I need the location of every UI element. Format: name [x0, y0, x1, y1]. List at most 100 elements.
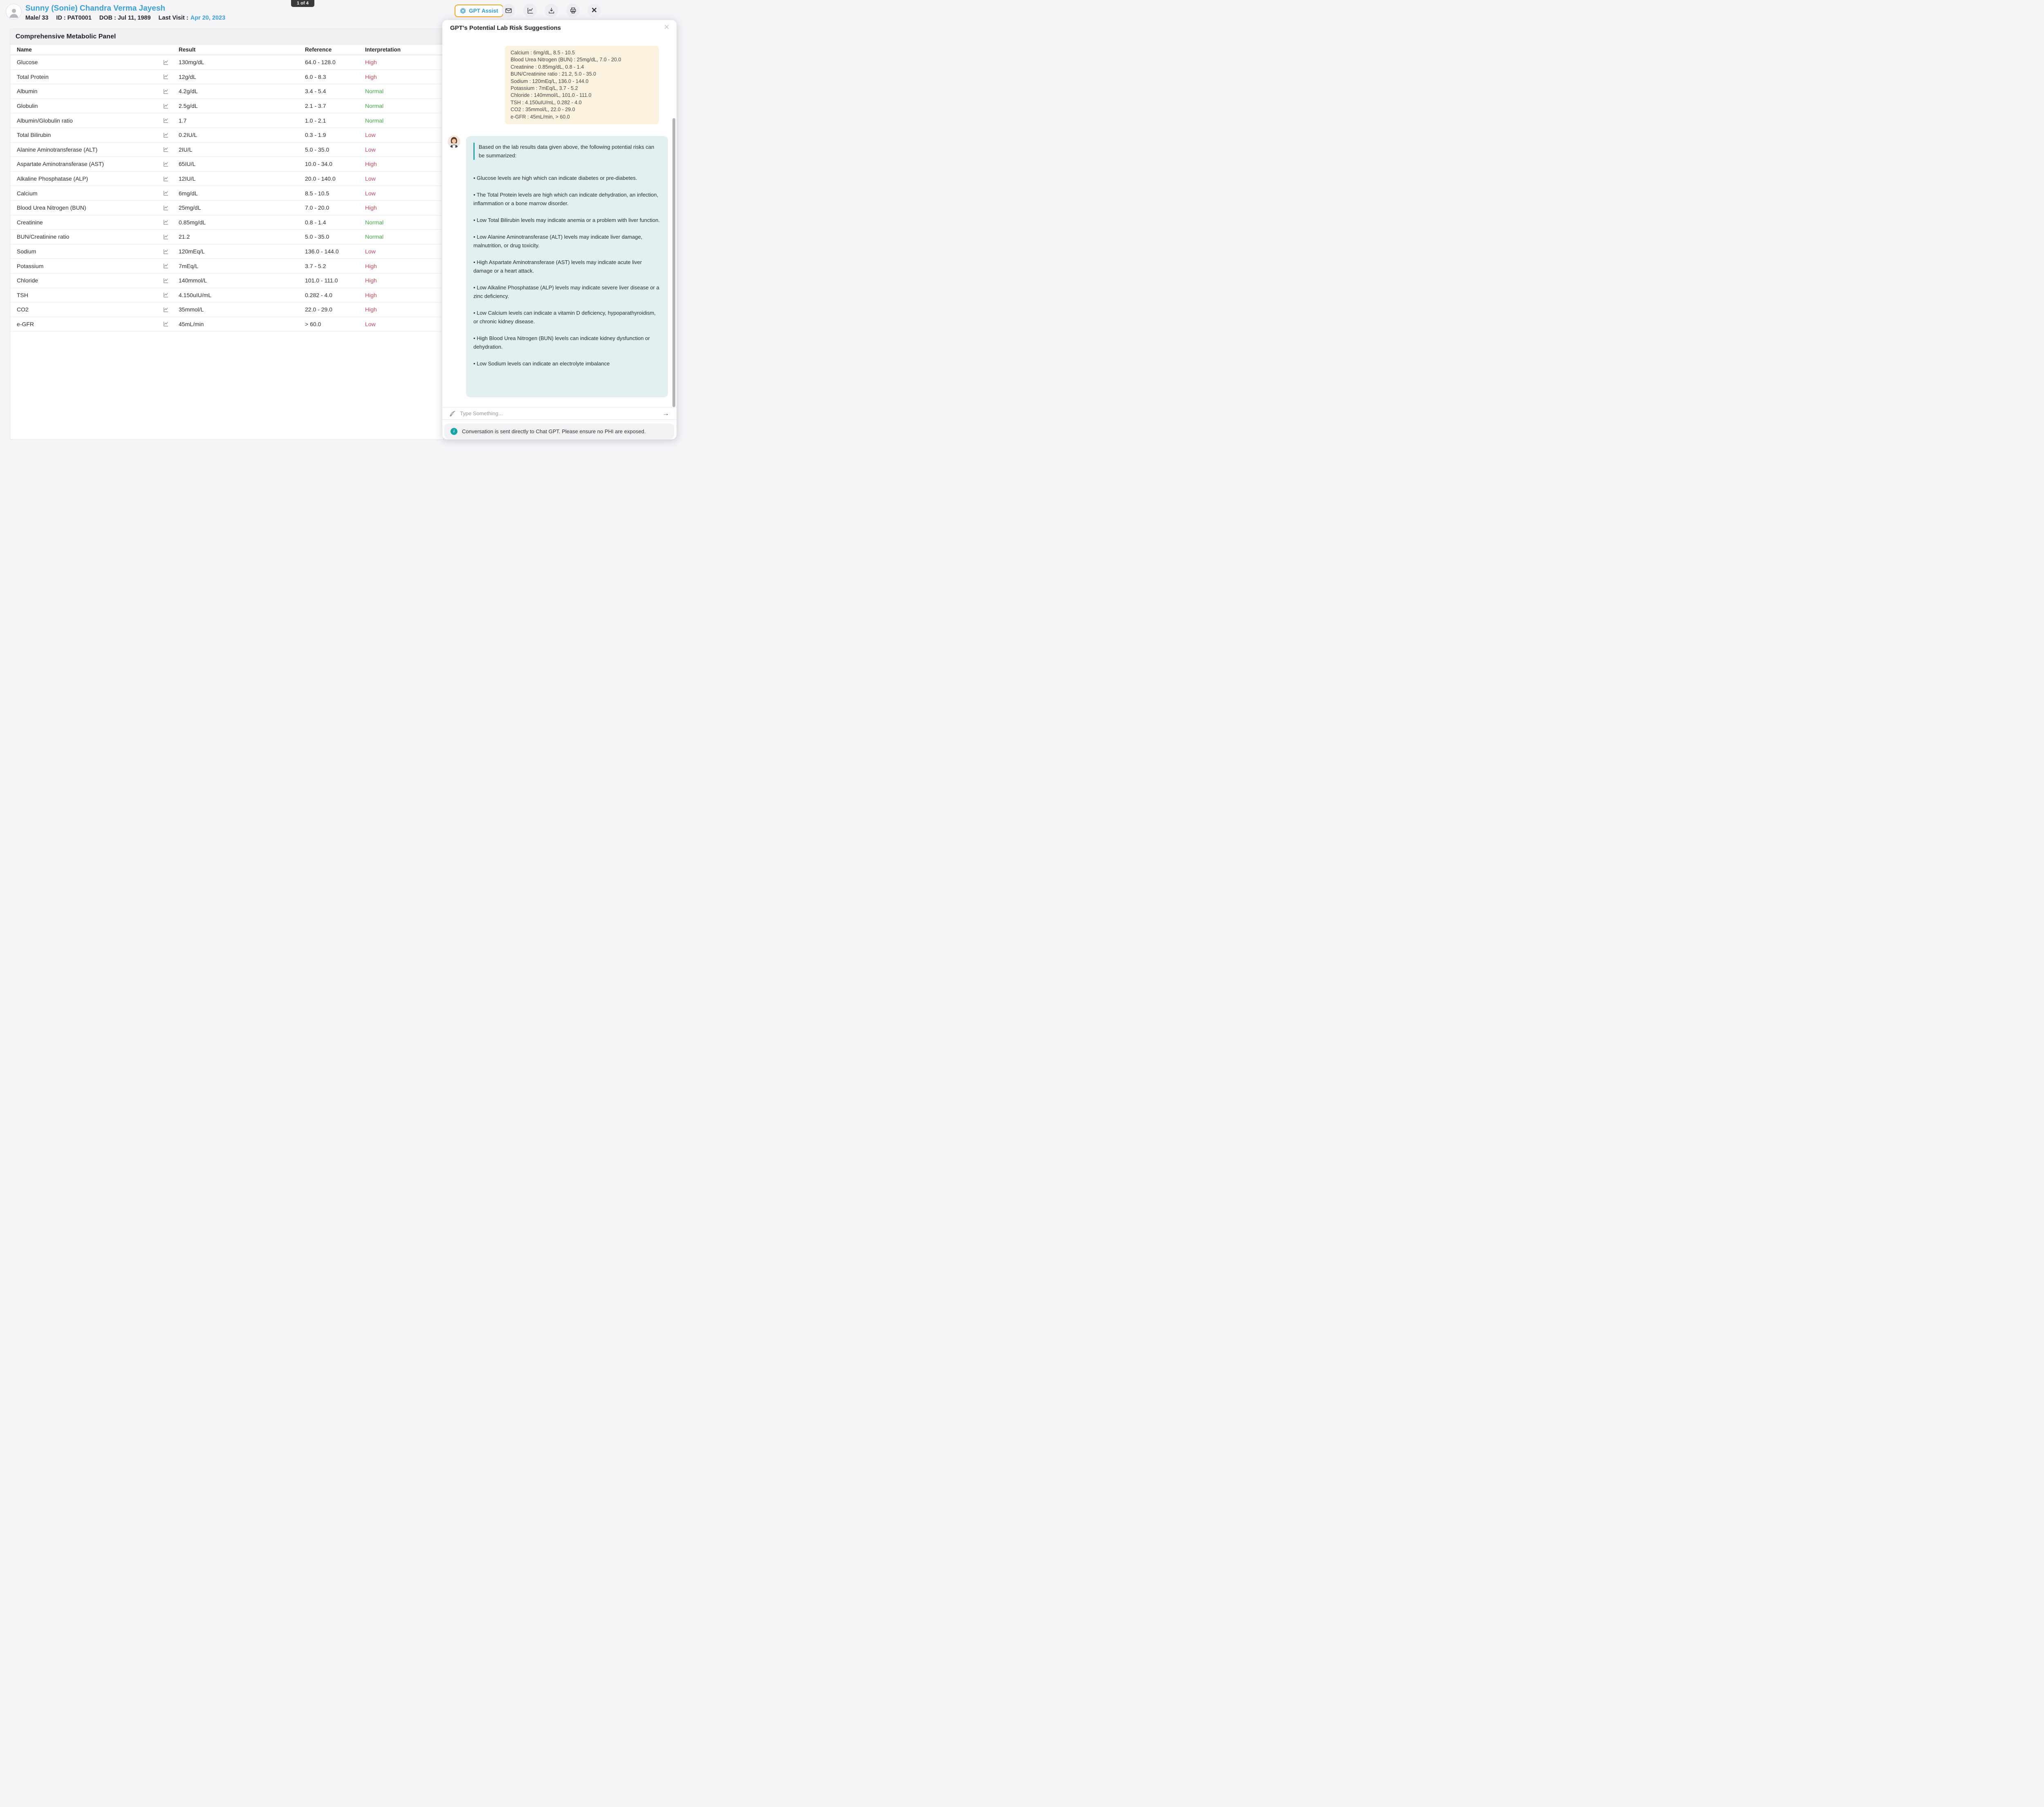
- gpt-suggestions-panel: GPT's Potential Lab Risk Suggestions ✕ C…: [442, 20, 677, 439]
- test-interpretation: Normal: [365, 233, 444, 240]
- lab-results-card: Comprehensive Metabolic Panel Name Resul…: [10, 29, 444, 440]
- trend-chart-icon[interactable]: [163, 103, 179, 109]
- chat-input[interactable]: [459, 410, 662, 417]
- patient-gender-age: Male/ 33: [25, 15, 48, 21]
- test-result: 1.7: [179, 117, 305, 124]
- table-rows: Glucose130mg/dL64.0 - 128.0HighTotal Pro…: [10, 55, 444, 331]
- risk-bullet: • Low Total Bilirubin levels may indicat…: [473, 216, 661, 224]
- test-result: 65IU/L: [179, 161, 305, 167]
- trend-chart-icon[interactable]: [163, 307, 179, 313]
- test-reference: 0.282 - 4.0: [305, 292, 365, 298]
- quill-icon[interactable]: [449, 410, 456, 417]
- test-reference: 136.0 - 144.0: [305, 248, 365, 255]
- risk-bullet: • Low Alkaline Phosphatase (ALP) levels …: [473, 283, 661, 300]
- send-arrow-icon[interactable]: →: [662, 410, 669, 418]
- test-reference: 3.4 - 5.4: [305, 88, 365, 94]
- last-visit-date[interactable]: Apr 20, 2023: [191, 15, 225, 21]
- trend-chart-icon[interactable]: [163, 176, 179, 182]
- trend-chart-icon[interactable]: [163, 205, 179, 211]
- trend-chart-icon[interactable]: [163, 74, 179, 80]
- print-icon: [569, 7, 577, 14]
- person-icon: [8, 7, 20, 19]
- trend-chart-icon[interactable]: [163, 117, 179, 123]
- test-reference: 3.7 - 5.2: [305, 263, 365, 269]
- test-result: 6mg/dL: [179, 190, 305, 197]
- trend-chart-icon[interactable]: [163, 249, 179, 255]
- patient-name[interactable]: Sunny (Sonie) Chandra Verma Jayesh: [25, 4, 165, 13]
- test-reference: 8.5 - 10.5: [305, 190, 365, 197]
- gpt-logo-icon: [459, 7, 466, 14]
- risk-bullet: • High Blood Urea Nitrogen (BUN) levels …: [473, 334, 661, 351]
- trend-chart-icon[interactable]: [163, 292, 179, 298]
- test-result: 2IU/L: [179, 146, 305, 153]
- test-name: Calcium: [17, 190, 163, 197]
- table-row: Globulin2.5g/dL2.1 - 3.7Normal: [10, 99, 444, 114]
- test-name: Alkaline Phosphatase (ALP): [17, 175, 163, 182]
- close-icon: ✕: [591, 6, 597, 15]
- lab-summary-line: TSH : 4.150uIU/mL, 0.282 - 4.0: [511, 99, 653, 106]
- test-interpretation: High: [365, 306, 444, 313]
- lab-summary-line: Blood Urea Nitrogen (BUN) : 25mg/dL, 7.0…: [511, 56, 653, 63]
- table-row: Aspartate Aminotransferase (AST)65IU/L10…: [10, 157, 444, 172]
- test-result: 25mg/dL: [179, 204, 305, 211]
- trend-chart-icon[interactable]: [163, 146, 179, 152]
- test-result: 120mEq/L: [179, 248, 305, 255]
- test-name: Globulin: [17, 103, 163, 109]
- trend-chart-icon[interactable]: [163, 234, 179, 240]
- trend-chart-icon[interactable]: [163, 278, 179, 284]
- download-button[interactable]: [545, 4, 558, 17]
- message-bullets: • Glucose levels are high which can indi…: [473, 174, 661, 368]
- patient-meta: Male/ 33 ID : PAT0001 DOB : Jul 11, 1989…: [25, 15, 225, 21]
- lab-summary-line: Creatinine : 0.85mg/dL, 0.8 - 1.4: [511, 64, 653, 71]
- table-row: Albumin/Globulin ratio1.71.0 - 2.1Normal: [10, 113, 444, 128]
- trend-chart-icon[interactable]: [163, 219, 179, 225]
- test-name: e-GFR: [17, 321, 163, 327]
- trend-chart-button[interactable]: [523, 4, 537, 17]
- test-interpretation: High: [365, 161, 444, 167]
- test-reference: 22.0 - 29.0: [305, 306, 365, 313]
- test-reference: 2.1 - 3.7: [305, 103, 365, 109]
- test-interpretation: High: [365, 204, 444, 211]
- lab-summary-line: CO2 : 35mmol/L, 22.0 - 29.0: [511, 106, 653, 113]
- print-button[interactable]: [566, 4, 580, 17]
- test-name: BUN/Creatinine ratio: [17, 233, 163, 240]
- test-interpretation: High: [365, 74, 444, 80]
- col-header-result: Result: [179, 47, 305, 53]
- gpt-assist-label: GPT Assist: [469, 8, 498, 14]
- trend-chart-icon[interactable]: [163, 190, 179, 196]
- test-result: 140mmol/L: [179, 277, 305, 284]
- trend-chart-icon[interactable]: [163, 88, 179, 94]
- mail-button[interactable]: [502, 4, 515, 17]
- trend-chart-icon[interactable]: [163, 263, 179, 269]
- test-name: Sodium: [17, 248, 163, 255]
- test-interpretation: High: [365, 59, 444, 65]
- table-row: Calcium 6mg/dL8.5 - 10.5Low: [10, 186, 444, 201]
- lab-summary-box: Calcium : 6mg/dL, 8.5 - 10.5Blood Urea N…: [505, 46, 659, 124]
- table-row: CO235mmol/L22.0 - 29.0High: [10, 302, 444, 317]
- trend-chart-icon[interactable]: [163, 321, 179, 327]
- phi-disclaimer-text: Conversation is sent directly to Chat GP…: [462, 428, 645, 434]
- trend-chart-icon[interactable]: [163, 132, 179, 138]
- patient-id: ID : PAT0001: [56, 15, 92, 21]
- test-reference: 101.0 - 111.0: [305, 277, 365, 284]
- patient-avatar: [6, 4, 22, 20]
- test-interpretation: Low: [365, 321, 444, 327]
- lab-summary-line: e-GFR : 45mL/min, > 60.0: [511, 114, 653, 121]
- test-name: Albumin: [17, 88, 163, 94]
- panel-close-icon[interactable]: ✕: [664, 23, 670, 31]
- test-reference: > 60.0: [305, 321, 365, 327]
- test-interpretation: High: [365, 263, 444, 269]
- test-interpretation: Low: [365, 190, 444, 197]
- col-header-reference: Reference: [305, 47, 365, 53]
- test-result: 45mL/min: [179, 321, 305, 327]
- trend-chart-icon[interactable]: [163, 161, 179, 167]
- trend-chart-icon[interactable]: [163, 59, 179, 65]
- chat-scrollbar-thumb[interactable]: [672, 118, 675, 407]
- close-button[interactable]: ✕: [587, 4, 601, 17]
- test-result: 0.2IU/L: [179, 132, 305, 138]
- col-header-name: Name: [17, 47, 163, 53]
- gpt-assist-button[interactable]: GPT Assist: [455, 4, 503, 17]
- table-row: Total Protein12g/dL6.0 - 8.3High: [10, 70, 444, 85]
- risk-bullet: • Low Calcium levels can indicate a vita…: [473, 309, 661, 326]
- gpt-panel-title: GPT's Potential Lab Risk Suggestions: [450, 25, 561, 31]
